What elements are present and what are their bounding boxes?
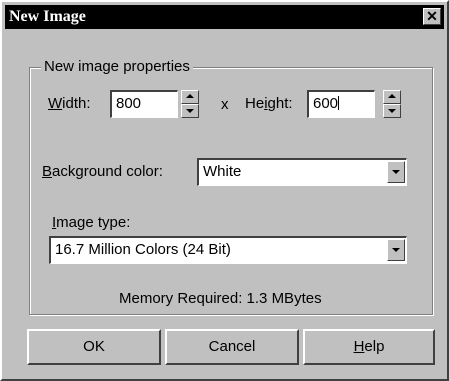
height-spin-down[interactable] [383, 104, 401, 118]
help-button-label: elp [364, 338, 385, 355]
ok-button[interactable]: OK [27, 329, 161, 365]
width-spin-down[interactable] [181, 104, 199, 118]
image-type-value: 16.7 Million Colors (24 Bit) [55, 241, 231, 258]
width-label-mnemonic: W [48, 95, 63, 112]
close-button[interactable]: ✕ [423, 8, 441, 25]
group-label: New image properties [41, 58, 193, 75]
times-sign: x [221, 96, 229, 113]
image-type-label: Image type: [52, 214, 130, 231]
help-button-mnemonic: H [353, 338, 365, 355]
dialog-title: New Image [9, 8, 86, 25]
width-spin-up[interactable] [181, 90, 199, 104]
memory-required-text: Memory Required: 1.3 MBytes [119, 290, 322, 307]
width-label: Width: [48, 95, 91, 112]
background-label-text: ackground color: [52, 163, 163, 180]
close-icon: ✕ [426, 8, 438, 24]
height-label-text: ght: [267, 95, 293, 112]
background-color-label: Background color: [42, 163, 163, 180]
image-type-select[interactable]: 16.7 Million Colors (24 Bit) [49, 236, 407, 264]
help-button[interactable]: Help [303, 329, 435, 365]
height-spin-up[interactable] [383, 90, 401, 104]
background-color-select[interactable]: White [197, 158, 407, 186]
width-value: 800 [116, 95, 142, 112]
height-field[interactable]: 600 [307, 90, 375, 118]
new-image-dialog: New Image ✕ New image properties Width: … [0, 0, 449, 381]
background-label-mnemonic: B [42, 163, 53, 180]
width-field[interactable]: 800 [110, 90, 178, 118]
chevron-down-icon [392, 248, 400, 252]
chevron-down-icon [392, 170, 400, 174]
arrow-up-icon [388, 94, 396, 98]
height-label-prefix: He [245, 95, 265, 112]
height-label: Height: [245, 95, 293, 112]
image-type-label-text: mage type: [56, 214, 131, 231]
width-label-text: idth: [62, 95, 91, 112]
title-bar[interactable]: New Image ✕ [5, 5, 444, 29]
cancel-button[interactable]: Cancel [165, 329, 299, 365]
arrow-down-icon [388, 109, 396, 113]
width-spinner[interactable] [181, 90, 199, 118]
text-caret [338, 96, 340, 110]
height-value: 600 [313, 95, 339, 112]
height-spinner[interactable] [383, 90, 401, 118]
arrow-up-icon [186, 94, 194, 98]
background-color-dropdown-button[interactable] [387, 161, 405, 183]
image-type-dropdown-button[interactable] [387, 239, 405, 261]
background-color-value: White [203, 163, 242, 180]
ok-button-label: OK [83, 338, 105, 355]
cancel-button-label: Cancel [208, 338, 256, 355]
arrow-down-icon [186, 109, 194, 113]
